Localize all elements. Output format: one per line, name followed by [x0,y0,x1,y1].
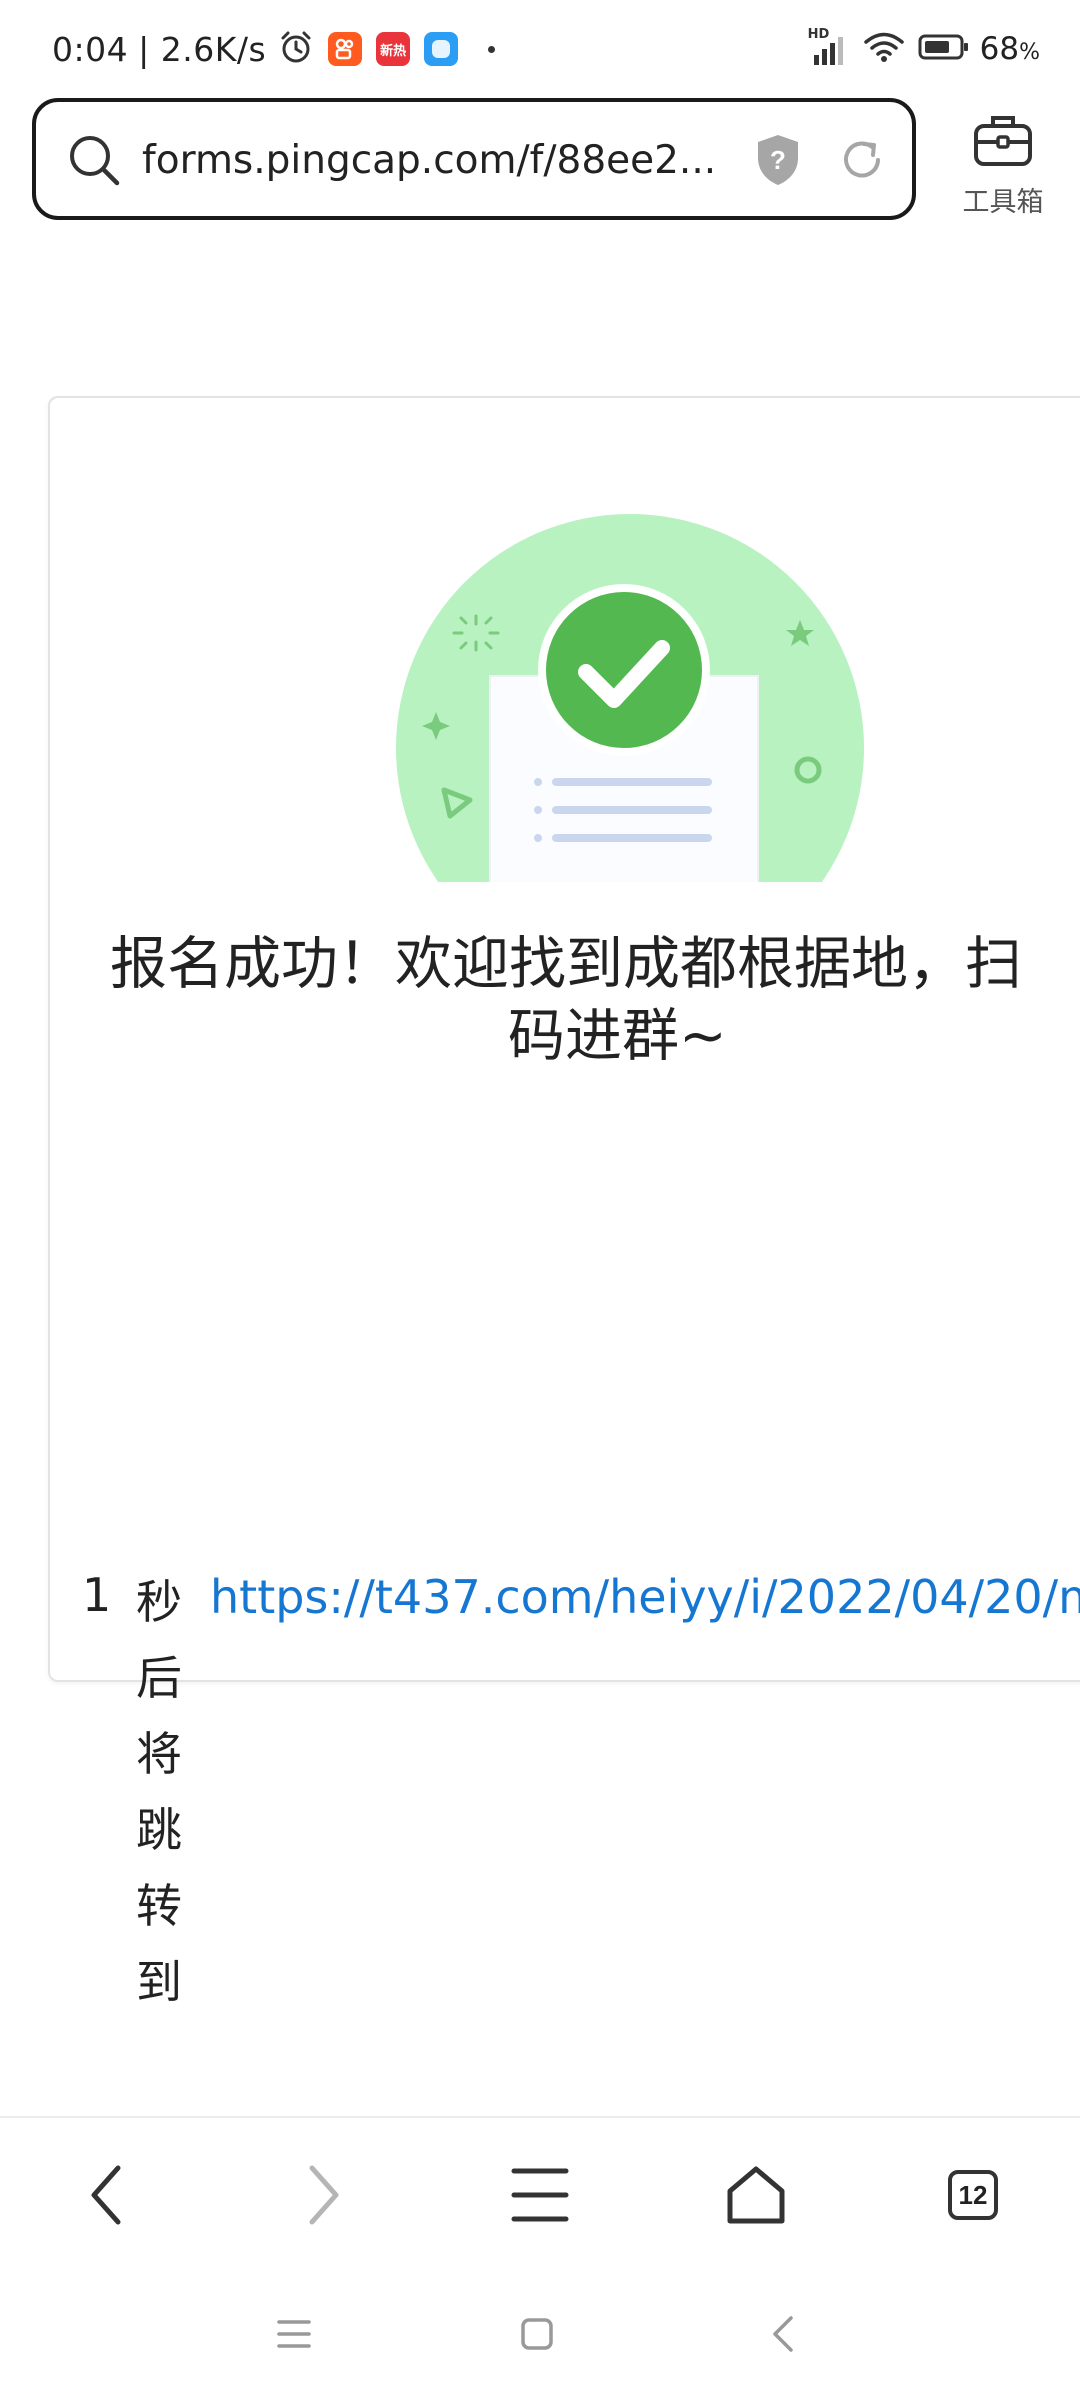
success-illustration [390,508,870,892]
tabs-button[interactable]: 12 [928,2150,1018,2240]
countdown-number: 1 [82,1568,112,1622]
toolbox-label: 工具箱 [962,187,1044,218]
tabs-icon: 12 [948,2170,998,2220]
browser-screen: 0:04 | 2.6K/s 新热 HD 68% forms.pingcap.co… [0,0,1080,2400]
system-recents-button[interactable] [259,2304,329,2364]
system-back-icon [773,2316,793,2352]
back-button[interactable] [62,2150,152,2240]
success-title-line-2: 码进群~ [508,1003,727,1069]
status-right: HD 68% [808,26,1040,72]
battery-percent-value: 68 [979,31,1020,67]
home-icon [727,2166,785,2224]
forward-icon [309,2165,339,2225]
kuaishou-app-icon [328,32,363,66]
battery-percent: 68% [980,31,1040,67]
status-bar: 0:04 | 2.6K/s 新热 HD 68% [0,0,1080,96]
system-back-button[interactable] [748,2304,818,2364]
menu-button[interactable] [495,2150,585,2240]
recents-icon [277,2320,311,2348]
browser-app-icon [424,32,459,66]
redirect-link[interactable]: https://t437.com/heiyy/i/2022/04/20/mw [210,1570,1080,1624]
system-home-icon [521,2318,553,2350]
url-text[interactable]: forms.pingcap.com/f/88ee2... [142,138,742,183]
status-time: 0:04 [52,29,129,69]
home-button[interactable] [711,2150,801,2240]
network-speed: | 2.6K/s [138,29,267,69]
countdown-text: 秒后将跳转到 [136,1575,182,2009]
more-notifications-dot [488,45,496,53]
wifi-icon [863,31,904,67]
back-icon [91,2165,121,2225]
tab-count: 12 [958,2179,988,2210]
system-home-button[interactable] [502,2304,572,2364]
bottom-toolbar-divider [0,2116,1080,2118]
news-badge-text: 新热 [380,43,407,59]
forward-button[interactable] [278,2150,368,2240]
status-left: 0:04 | 2.6K/s 新热 [52,26,496,72]
address-bar[interactable]: forms.pingcap.com/f/88ee2... ? [32,98,916,220]
search-icon [66,132,122,192]
news-app-icon: 新热 [376,32,411,66]
battery-icon [918,33,970,65]
alarm-icon [278,29,314,69]
success-card: 报名成功！欢迎找到成都根据地，扫 码进群~ 1 秒后将跳转到 https://t… [48,396,1080,2009]
signal-icon: HD [808,27,850,67]
reload-icon[interactable] [834,132,890,192]
toolbox-icon [974,116,1032,166]
battery-percent-unit: % [1019,40,1040,65]
toolbox-button[interactable]: 工具箱 [948,104,1058,218]
menu-icon [511,2168,569,2222]
security-shield-icon[interactable]: ? [754,132,802,192]
success-title-line-1: 报名成功！欢迎找到成都根据地，扫 [110,931,1022,997]
svg-text:?: ? [770,145,786,175]
